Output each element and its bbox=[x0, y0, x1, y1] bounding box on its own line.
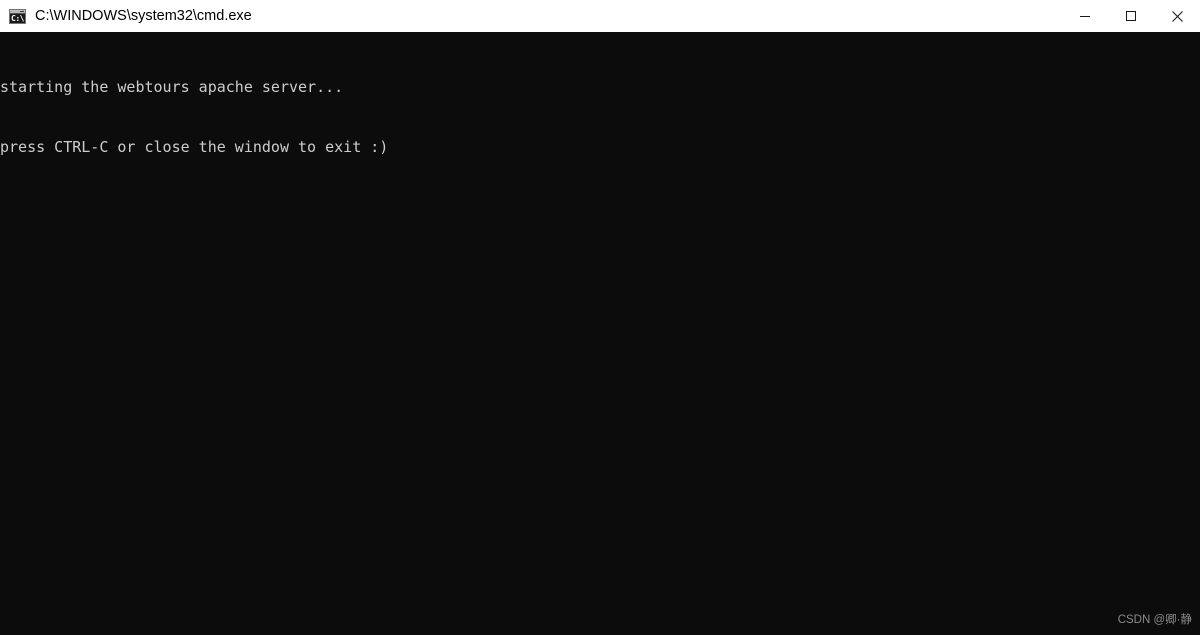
watermark: CSDN @卿·静 bbox=[1117, 614, 1192, 626]
close-icon bbox=[1171, 10, 1183, 22]
cmd-window: C:\ C:\WINDOWS\system32\cmd.exe starting… bbox=[0, 0, 1200, 635]
window-title: C:\WINDOWS\system32\cmd.exe bbox=[35, 8, 252, 24]
maximize-button[interactable] bbox=[1108, 0, 1154, 32]
cmd-icon: C:\ bbox=[9, 8, 26, 24]
minimize-icon bbox=[1080, 16, 1090, 17]
console-text: starting the webtours apache server... p… bbox=[0, 37, 388, 197]
console-output-area[interactable]: starting the webtours apache server... p… bbox=[0, 32, 1200, 635]
console-line: press CTRL-C or close the window to exit… bbox=[0, 138, 389, 156]
title-bar[interactable]: C:\ C:\WINDOWS\system32\cmd.exe bbox=[0, 0, 1200, 32]
cmd-icon-label: C:\ bbox=[11, 13, 24, 23]
console-line: starting the webtours apache server... bbox=[0, 78, 344, 96]
title-bar-left: C:\ C:\WINDOWS\system32\cmd.exe bbox=[0, 0, 1062, 32]
minimize-button[interactable] bbox=[1062, 0, 1108, 32]
maximize-icon bbox=[1126, 11, 1136, 21]
window-controls bbox=[1062, 0, 1200, 32]
close-button[interactable] bbox=[1154, 0, 1200, 32]
